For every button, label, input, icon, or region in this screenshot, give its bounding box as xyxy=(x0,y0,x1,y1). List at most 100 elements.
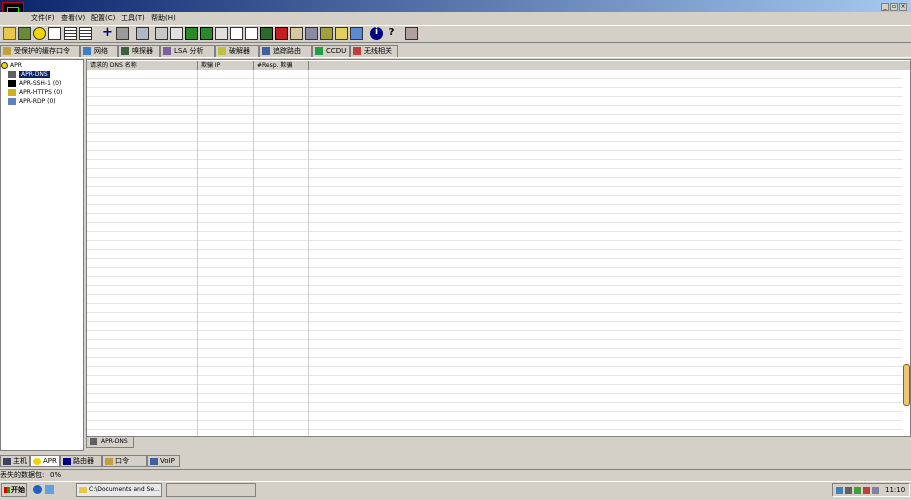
column-header-dns-name[interactable]: 请求的 DNS 名称 xyxy=(87,61,198,70)
tree-panel xyxy=(0,59,84,451)
system-tray: 11:10 xyxy=(832,483,910,497)
folder-icon xyxy=(79,487,87,493)
dns-icon xyxy=(8,71,16,78)
quicklaunch-ie-icon[interactable] xyxy=(33,485,42,494)
sniffer-icon xyxy=(121,47,129,55)
tab-wireless[interactable]: 无线相关 xyxy=(350,45,398,57)
hash-icon[interactable] xyxy=(170,27,183,40)
lock-icon[interactable] xyxy=(305,27,318,40)
rdp-icon xyxy=(8,98,16,105)
card-icon[interactable] xyxy=(260,27,273,40)
tab-apr-dns[interactable]: APR-DNS xyxy=(86,437,134,448)
tab-label: APR-DNS xyxy=(101,438,128,445)
tower-icon[interactable] xyxy=(405,27,418,40)
tray-app-icon[interactable] xyxy=(854,487,861,494)
restore-button[interactable]: ▫ xyxy=(890,3,898,11)
tab-label: 嗅探器 xyxy=(132,47,153,55)
taskbar-task-blank[interactable] xyxy=(166,483,256,497)
tree-item-label: APR-RDP (0) xyxy=(19,98,56,105)
dns-icon xyxy=(90,438,97,445)
save-icon[interactable] xyxy=(18,27,31,40)
tab-ccdu[interactable]: CCDU xyxy=(312,45,350,57)
menu-file[interactable]: 文件(F) xyxy=(31,14,55,23)
tab-label: 路由器 xyxy=(73,457,94,465)
tab-label: VoIP xyxy=(160,457,175,465)
tray-shield-icon[interactable] xyxy=(863,487,870,494)
bin-icon[interactable] xyxy=(116,27,129,40)
ccdu-icon xyxy=(315,47,323,55)
sheet-icon[interactable] xyxy=(275,27,288,40)
tree-item-apr-ssh[interactable]: APR-SSH-1 (0) xyxy=(8,79,61,88)
tab-sniffer[interactable]: 嗅探器 xyxy=(118,45,160,57)
tab-cached-passwords[interactable]: 受保护的缓存口令 xyxy=(0,45,80,57)
tree-item-apr-https[interactable]: APR-HTTPS (0) xyxy=(8,88,62,97)
minimize-button[interactable]: _ xyxy=(881,3,889,11)
menu-help[interactable]: 帮助(H) xyxy=(151,14,176,23)
clock: 11:10 xyxy=(885,486,906,494)
tab-label: 口令 xyxy=(115,457,129,465)
tab-password[interactable]: 口令 xyxy=(102,455,147,467)
menu-config[interactable]: 配置(C) xyxy=(91,14,115,23)
hash2-icon[interactable] xyxy=(185,27,198,40)
network-icon[interactable] xyxy=(48,27,61,40)
tab-label: 无线相关 xyxy=(364,47,392,55)
tab-voip[interactable]: VoIP xyxy=(147,455,180,467)
tab-network[interactable]: 网络 xyxy=(80,45,118,57)
tree-item-label: APR-HTTPS (0) xyxy=(19,89,63,96)
ssh-icon xyxy=(8,80,16,87)
tree-item-apr-dns[interactable]: APR-DNS xyxy=(8,70,50,79)
column-header-spoof-ip[interactable]: 欺骗 IP xyxy=(198,61,254,70)
menu-view[interactable]: 查看(V) xyxy=(61,14,85,23)
chart-icon[interactable] xyxy=(215,27,228,40)
grid-icon[interactable] xyxy=(64,27,77,40)
tree-root[interactable]: APR xyxy=(1,61,22,70)
question-icon[interactable]: ? xyxy=(385,27,398,40)
tray-network-icon[interactable] xyxy=(836,487,843,494)
radioactive-icon xyxy=(33,458,41,465)
network-icon xyxy=(83,47,91,55)
cert-icon[interactable] xyxy=(290,27,303,40)
column-header-resp-spoof[interactable]: #Resp. 欺骗 xyxy=(254,61,309,70)
tab-label: APR xyxy=(43,457,57,465)
tree-item-apr-rdp[interactable]: APR-RDP (0) xyxy=(8,97,56,106)
tab-host[interactable]: 主机 xyxy=(0,455,30,467)
status-bar: 丢失的数据包: 0% xyxy=(0,469,911,481)
router-icon xyxy=(63,458,71,465)
taskbar-task-explorer[interactable]: C:\Documents and Se... xyxy=(76,483,162,497)
tab-label: 追踪路由 xyxy=(273,47,301,55)
tab-label: 网络 xyxy=(94,47,108,55)
tree-root-label: APR xyxy=(10,62,22,69)
start-button[interactable]: 开始 xyxy=(1,483,27,497)
key-icon[interactable] xyxy=(335,27,348,40)
tab-router[interactable]: 路由器 xyxy=(60,455,102,467)
tab-traceroute[interactable]: 追踪路由 xyxy=(259,45,312,57)
info-icon[interactable]: i xyxy=(370,27,383,40)
column-divider xyxy=(197,70,198,436)
quicklaunch-desktop-icon[interactable] xyxy=(45,485,54,494)
tree-item-label: APR-SSH-1 (0) xyxy=(19,80,62,87)
open-icon[interactable] xyxy=(3,27,16,40)
wave-icon[interactable] xyxy=(200,27,213,40)
plus-icon[interactable]: + xyxy=(101,26,114,40)
radioactive-icon[interactable] xyxy=(33,27,46,40)
tab-lsa[interactable]: LSA 分析 xyxy=(160,45,215,57)
list-icon[interactable] xyxy=(79,27,92,40)
dots-icon[interactable] xyxy=(230,27,243,40)
tray-volume-icon[interactable] xyxy=(845,487,852,494)
scrollbar-thumb[interactable] xyxy=(903,364,910,406)
swap-icon[interactable] xyxy=(350,27,363,40)
arrow-icon[interactable] xyxy=(155,27,168,40)
netgraph-icon[interactable] xyxy=(136,27,149,40)
tab-label: LSA 分析 xyxy=(174,47,204,55)
mail-icon[interactable] xyxy=(245,27,258,40)
tab-label: 受保护的缓存口令 xyxy=(14,47,70,55)
tab-apr[interactable]: APR xyxy=(30,455,60,467)
tray-monitor-icon[interactable] xyxy=(872,487,879,494)
lsa-icon xyxy=(163,47,171,55)
close-button[interactable]: × xyxy=(899,3,907,11)
column-divider xyxy=(253,70,254,436)
column-header-blank[interactable] xyxy=(309,61,910,70)
menu-tools[interactable]: 工具(T) xyxy=(121,14,145,23)
tab-cracker[interactable]: 破解器 xyxy=(215,45,259,57)
db-icon[interactable] xyxy=(320,27,333,40)
